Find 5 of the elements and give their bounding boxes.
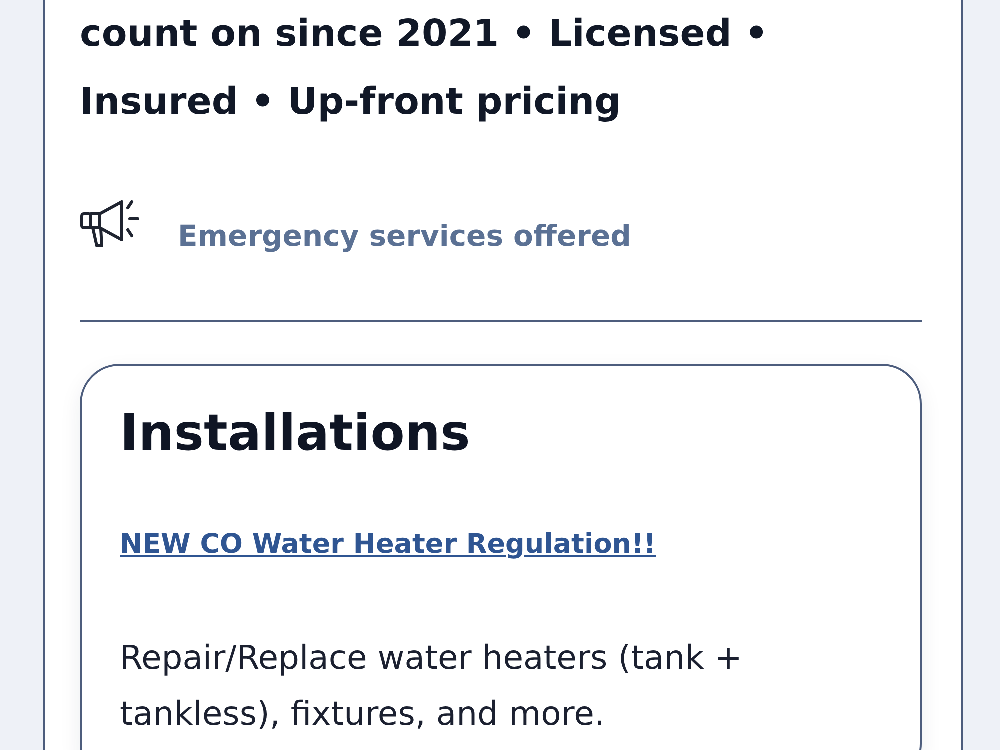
service-description: Repair/Replace water heaters (tank + tankless), fixtures, and more. (120, 637, 744, 735)
card-title: Installations (120, 403, 472, 464)
notice-text: Emergency services offered (178, 218, 632, 254)
regulation-link[interactable]: NEW CO Water Heater Regulation!! (120, 529, 656, 560)
intro-text: count on since 2021 • Licensed • Insured • Up-front pricing (80, 11, 770, 125)
